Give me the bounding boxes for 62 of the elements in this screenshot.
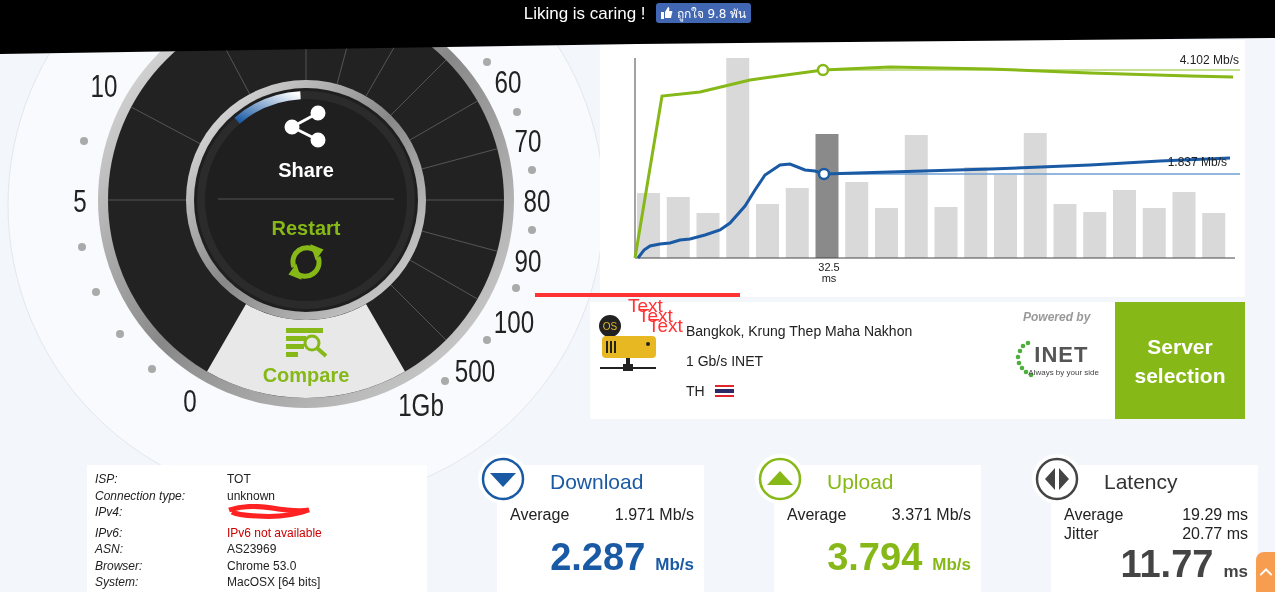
scale-label: 100 (493, 305, 535, 340)
info-value: TOT (227, 471, 252, 488)
result-unit: Mb/s (655, 555, 694, 575)
arc-accent-drawing (234, 91, 301, 124)
logo-text: INET (1034, 341, 1090, 368)
upload-value-label: 4.102 Mb/s (1179, 53, 1239, 67)
info-value: unknown (227, 487, 277, 504)
result-title: Latency (1103, 469, 1179, 495)
stat-value: 1.971 Mb/s (614, 505, 694, 524)
stat-label: Average (1064, 505, 1124, 524)
info-label: ISP: (95, 471, 119, 488)
logo-tagline: Always by your side (1028, 367, 1099, 377)
result-value: 3.794 (827, 536, 923, 579)
result-unit: Mb/s (932, 555, 971, 575)
axis-unit: ms (821, 272, 837, 284)
axis-label: 32.5 (818, 261, 840, 273)
download-point (817, 167, 831, 181)
info-value: IPv6 not available (227, 524, 323, 541)
info-label: IPv6: (95, 524, 124, 541)
scale-label: 1Gb (398, 388, 444, 423)
banner-text: Liking is caring ! (523, 3, 646, 25)
thumbs-up-icon (660, 7, 673, 19)
server-provider: 1 Gb/s INET (686, 352, 765, 370)
powered-by-text: Powered by (1022, 310, 1091, 324)
share-icon (284, 105, 326, 148)
info-value: AS23969 (227, 541, 278, 558)
country-code: TH (686, 382, 705, 400)
stat-label: Average (510, 505, 570, 524)
stat-value: 19.29 ms (1182, 505, 1248, 524)
scale-label: 0 (183, 384, 197, 419)
info-label: System: (95, 574, 140, 591)
scale-label: 90 (514, 244, 542, 279)
result-unit: ms (1223, 562, 1248, 582)
restart-button[interactable]: Restart (271, 217, 341, 280)
stat-label: Average (787, 505, 847, 524)
stat-label: Jitter (1064, 524, 1099, 543)
info-value: MacOSX [64 bits] (227, 574, 322, 591)
chevron-up-icon (1258, 568, 1273, 576)
stat-value: 20.77 ms (1182, 524, 1248, 543)
info-label: Browser: (95, 557, 144, 574)
server-location: Bangkok, Krung Thep Maha Nakhon (686, 322, 914, 340)
scale-label: 70 (514, 124, 542, 159)
stat-value: 3.371 Mb/s (891, 505, 971, 524)
result-value: 2.287 (550, 536, 646, 579)
info-label: Connection type: (95, 487, 187, 504)
result-value: 11.77 (1120, 543, 1214, 586)
refresh-icon (288, 244, 324, 280)
result-title: Upload (826, 469, 895, 495)
scale-label: 5 (73, 184, 87, 219)
info-value: Chrome 53.0 (227, 557, 298, 574)
compare-icon (286, 328, 328, 358)
scale-label: 10 (90, 69, 118, 104)
upload-point (816, 63, 830, 77)
info-label: ASN: (95, 541, 124, 558)
share-button[interactable]: Share (278, 105, 334, 181)
flag-icon (714, 385, 734, 397)
info-label: IPv4: (95, 504, 124, 521)
result-title: Download (549, 469, 645, 495)
scale-label: 60 (494, 65, 522, 100)
scale-label: 80 (523, 184, 551, 219)
scale-label: 500 (454, 354, 496, 389)
like-button[interactable]: ถูกใจ 9.8 พัน (655, 3, 752, 23)
